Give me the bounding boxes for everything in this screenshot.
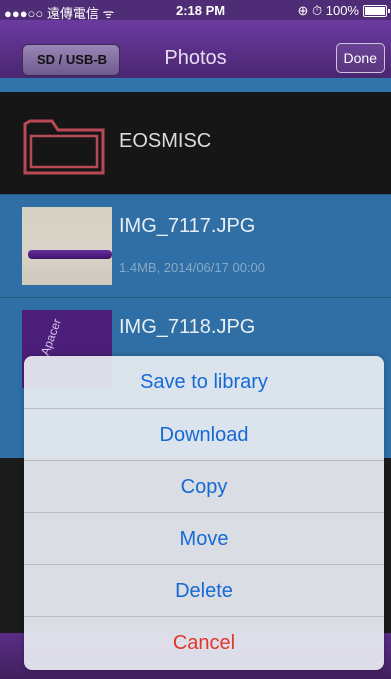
move-button[interactable]: Move <box>24 512 384 565</box>
delete-button[interactable]: Delete <box>24 564 384 617</box>
list-item-image[interactable]: IMG_7117.JPG 1.4MB, 2014/06/17 00:00 <box>0 194 391 297</box>
download-button[interactable]: Download <box>24 408 384 461</box>
folder-icon <box>23 119 105 175</box>
status-bar: ●●●○○ 遠傳電信 ᯤ 2:18 PM ⊕ ⏱ 100% <box>0 0 391 21</box>
page-title: Photos <box>164 47 227 69</box>
clock: 2:18 PM <box>176 3 226 18</box>
done-button[interactable]: Done <box>335 43 385 73</box>
list-top-strip <box>0 78 391 92</box>
thumbnail-label: Apacer <box>37 316 65 358</box>
battery-icon <box>363 5 390 17</box>
save-to-library-button[interactable]: Save to library <box>24 356 384 408</box>
list-item-folder[interactable]: EOSMISC <box>0 92 391 194</box>
file-name: IMG_7118.JPG <box>119 316 256 338</box>
copy-button[interactable]: Copy <box>24 460 384 513</box>
file-name: EOSMISC <box>119 130 212 152</box>
cancel-button[interactable]: Cancel <box>24 616 384 669</box>
file-meta: 1.4MB, 2014/06/17 00:00 <box>119 260 266 275</box>
screen: ●●●○○ 遠傳電信 ᯤ 2:18 PM ⊕ ⏱ 100% SD / USB-B… <box>0 0 391 679</box>
status-indicators: ⊕ ⏱ 100% <box>297 3 390 19</box>
photo-thumbnail <box>22 207 112 285</box>
action-sheet: Save to library Download Copy Move Delet… <box>24 356 384 670</box>
status-indicator-text: ⊕ ⏱ 100% <box>297 3 359 18</box>
file-name: IMG_7117.JPG <box>119 215 256 237</box>
navigation-bar: SD / USB-B Photos Done <box>0 20 391 78</box>
thumbnail-pen-shape <box>28 250 112 259</box>
